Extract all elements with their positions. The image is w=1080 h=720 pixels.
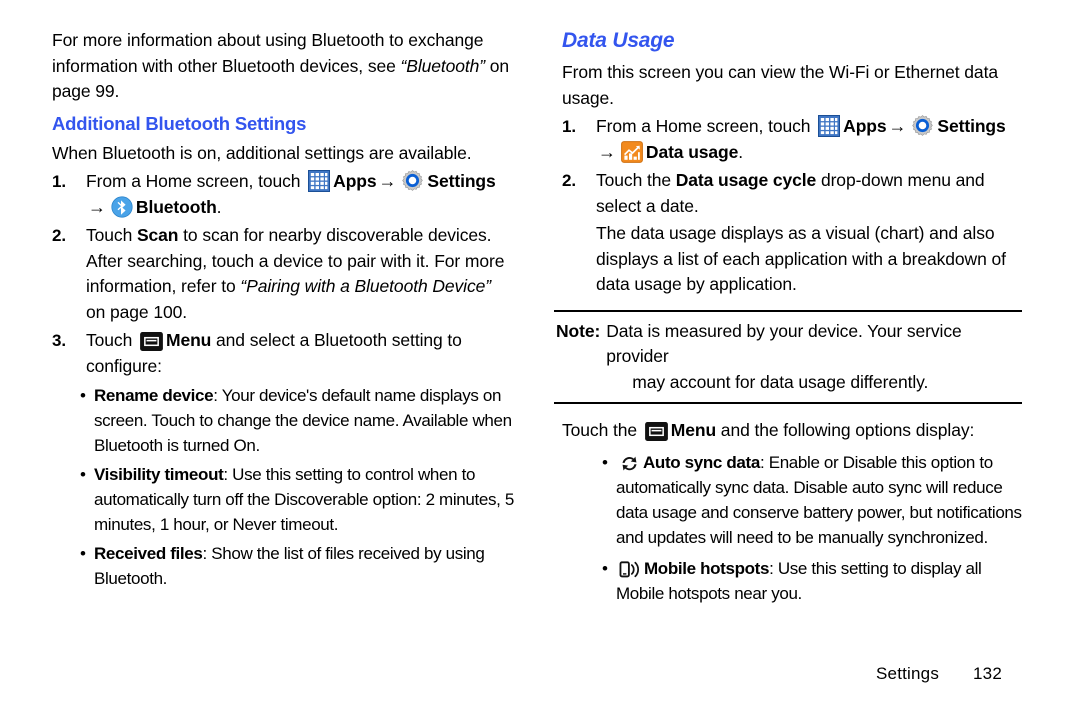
- menu-icon: [140, 332, 163, 351]
- step-number: 2.: [562, 171, 576, 190]
- menu-label: Menu: [165, 330, 212, 350]
- bullet-term: Mobile hotspots: [644, 558, 770, 578]
- menu-label: Menu: [670, 420, 717, 440]
- bullet-term: Visibility timeout: [94, 465, 224, 484]
- step-1-bluetooth: 1. From a Home screen, touch Apps → Settin…: [52, 169, 514, 220]
- data-usage-cycle-label: Data usage cycle: [675, 170, 817, 190]
- step-text-prefix: Touch: [86, 330, 137, 350]
- note-line-2: may account for data usage differently.: [632, 371, 929, 392]
- step-number: 1.: [562, 117, 576, 136]
- apps-label: Apps: [843, 116, 887, 136]
- settings-gear-icon: [911, 114, 934, 137]
- data-usage-intro-paragraph: From this screen you can view the Wi-Fi …: [562, 62, 998, 108]
- step-content: Touch Scan to scan for nearby discoverab…: [86, 223, 514, 325]
- list-item: • Mobile hotspots: Use this setting to d…: [602, 556, 1024, 606]
- touch-menu-paragraph: Touch the Menu and the following options…: [562, 418, 1024, 444]
- bullet-content: Received files: Show the list of files r…: [94, 541, 514, 591]
- right-arrow-icon-2: →: [88, 196, 106, 217]
- apps-grid-icon: [818, 115, 841, 137]
- page-footer: Settings 132: [876, 664, 1002, 684]
- touch-menu-prefix: Touch the: [562, 420, 642, 440]
- note-label: Note:: [556, 320, 601, 341]
- data-usage-heading: Data Usage: [562, 29, 675, 52]
- step-text-prefix: From a Home screen, touch: [596, 116, 816, 136]
- bullet-dot-icon: •: [602, 558, 608, 578]
- right-column: Data Usage From this screen you can view…: [550, 28, 1024, 606]
- pairing-italic-reference: “Pairing with a Bluetooth Device”: [240, 276, 491, 296]
- bullet-term: Auto sync data: [643, 452, 760, 472]
- document-page: For more information about using Bluetoo…: [0, 0, 1080, 720]
- bluetooth-subintro-paragraph: When Bluetooth is on, additional setting…: [52, 142, 472, 163]
- bullet-content: Visibility timeout: Use this setting to …: [94, 462, 514, 537]
- auto-sync-icon: [619, 454, 640, 473]
- bullet-content: Auto sync data: Enable or Disable this o…: [616, 450, 1024, 550]
- additional-bluetooth-settings-heading: Additional Bluetooth Settings: [52, 112, 307, 134]
- note-block: Note: Data is measured by your device. Y…: [556, 319, 1024, 396]
- settings-label: Settings: [937, 116, 1006, 136]
- apps-grid-icon: [308, 170, 331, 192]
- list-item: • Received files: Show the list of files…: [80, 541, 514, 591]
- step-text-suffix: on page 100.: [86, 301, 187, 322]
- bullet-dot-icon: •: [80, 386, 86, 405]
- right-arrow-icon-2: →: [598, 141, 616, 162]
- footer-page-number: 132: [973, 664, 1002, 683]
- bluetooth-label: Bluetooth: [135, 196, 217, 217]
- settings-gear-icon: [401, 169, 424, 192]
- apps-label: Apps: [333, 171, 377, 191]
- two-column-layout: For more information about using Bluetoo…: [40, 28, 1040, 606]
- step-content: From a Home screen, touch Apps → Settings …: [86, 169, 514, 220]
- step-text-prefix: Touch the: [596, 170, 676, 190]
- step-trailing-period: .: [738, 141, 744, 162]
- step-number: 2.: [52, 226, 66, 245]
- scan-label: Scan: [136, 225, 179, 245]
- step-2-followup-paragraph: The data usage displays as a visual (cha…: [596, 223, 1006, 294]
- right-arrow-icon: →: [888, 116, 907, 136]
- bullet-dot-icon: •: [602, 452, 608, 472]
- data-usage-label: Data usage: [645, 141, 739, 162]
- touch-menu-suffix: and the following options display:: [716, 420, 975, 440]
- bullet-term: Received files: [94, 544, 203, 563]
- intro-paragraph: For more information about using Bluetoo…: [52, 28, 514, 105]
- step-content: From a Home screen, touch Apps → Settings …: [596, 114, 1024, 165]
- bullet-term: Rename device: [94, 386, 214, 405]
- note-bottom-rule: [554, 402, 1022, 404]
- step-trailing-period: .: [216, 196, 222, 217]
- bullet-content: Mobile hotspots: Use this setting to dis…: [616, 556, 1024, 606]
- step-number: 3.: [52, 331, 66, 350]
- step-3-menu: 3. Touch Menu and select a Bluetooth set…: [52, 328, 514, 379]
- step-text-prefix: From a Home screen, touch: [86, 171, 306, 191]
- note-top-rule: [554, 309, 1022, 312]
- bullet-content: Rename device: Your device's default nam…: [94, 383, 514, 458]
- step-2-scan: 2. Touch Scan to scan for nearby discove…: [52, 223, 514, 325]
- intro-italic-reference: “Bluetooth”: [400, 55, 486, 76]
- bullet-dot-icon: •: [80, 465, 86, 484]
- menu-icon: [644, 422, 668, 441]
- step-content: Touch the Data usage cycle drop-down men…: [596, 168, 1024, 298]
- step-content: Touch Menu and select a Bluetooth settin…: [86, 328, 514, 379]
- step-text-prefix: Touch: [86, 225, 137, 245]
- bullet-dot-icon: •: [80, 544, 86, 563]
- note-text: Data is measured by your device. Your se…: [606, 319, 1024, 396]
- footer-section-name: Settings: [876, 664, 940, 683]
- settings-label: Settings: [427, 171, 496, 191]
- step-2-data-usage-cycle: 2. Touch the Data usage cycle drop-down …: [562, 168, 1024, 298]
- list-item: • Auto sync data: Enable or Disable this…: [602, 450, 1024, 550]
- bluetooth-icon: [111, 195, 133, 218]
- mobile-hotspot-icon: [619, 560, 641, 579]
- left-column: For more information about using Bluetoo…: [40, 28, 514, 591]
- list-item: • Rename device: Your device's default n…: [80, 383, 514, 458]
- note-line-1: Data is measured by your device. Your se…: [606, 320, 962, 367]
- step-1-data-usage: 1. From a Home screen, touch Apps → Settin…: [562, 114, 1024, 165]
- step-number: 1.: [52, 172, 66, 191]
- data-usage-chart-icon: [621, 140, 643, 163]
- right-arrow-icon: →: [378, 171, 397, 191]
- list-item: • Visibility timeout: Use this setting t…: [80, 462, 514, 537]
